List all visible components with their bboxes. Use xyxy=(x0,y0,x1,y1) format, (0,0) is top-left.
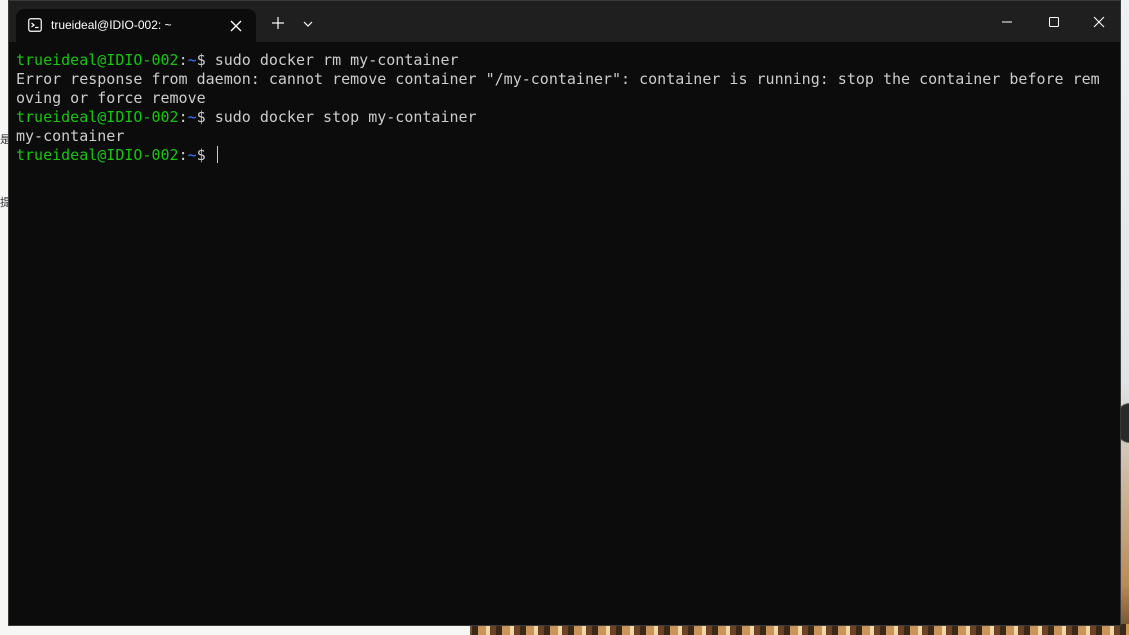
prompt-symbol: $ xyxy=(196,146,215,164)
prompt-separator: : xyxy=(178,146,188,164)
tab-terminal[interactable]: trueideal@IDIO-002: ~ xyxy=(16,9,256,42)
prompt-user-host: trueideal@IDIO-002 xyxy=(16,108,179,126)
terminal-line: trueideal@IDIO-002:~$ sudo docker stop m… xyxy=(16,108,1120,127)
close-tab-icon[interactable] xyxy=(228,18,244,34)
terminal-line: oving or force remove xyxy=(16,89,1120,108)
prompt-user-host: trueideal@IDIO-002 xyxy=(16,51,179,69)
output-text: oving or force remove xyxy=(16,89,206,107)
text-cursor xyxy=(216,146,218,163)
prompt-path: ~ xyxy=(187,146,197,164)
prompt-path: ~ xyxy=(187,51,197,69)
prompt-path: ~ xyxy=(187,108,197,126)
desktop: 是 提 trueideal@IDIO-002: ~ trueideal@IDIO… xyxy=(0,0,1129,635)
tab-title: trueideal@IDIO-002: ~ xyxy=(51,18,172,32)
prompt-separator: : xyxy=(178,108,188,126)
command-text: sudo docker rm my-container xyxy=(214,51,459,69)
command-text: sudo docker stop my-container xyxy=(214,108,477,126)
terminal-output[interactable]: trueideal@IDIO-002:~$ sudo docker rm my-… xyxy=(9,42,1120,625)
prompt-symbol: $ xyxy=(196,51,215,69)
maximize-icon[interactable] xyxy=(1043,11,1065,33)
terminal-line: my-container xyxy=(16,127,1120,146)
terminal-line: Error response from daemon: cannot remov… xyxy=(16,70,1120,89)
terminal-icon xyxy=(28,18,42,32)
new-tab-icon[interactable] xyxy=(270,15,286,31)
terminal-line: trueideal@IDIO-002:~$ xyxy=(16,146,1120,165)
terminal-window: trueideal@IDIO-002: ~ trueideal@IDIO-002… xyxy=(8,0,1121,626)
output-text: Error response from daemon: cannot remov… xyxy=(16,70,1100,88)
close-icon[interactable] xyxy=(1088,11,1110,33)
output-text: my-container xyxy=(16,127,125,145)
prompt-user-host: trueideal@IDIO-002 xyxy=(16,146,179,164)
title-bar[interactable]: trueideal@IDIO-002: ~ xyxy=(9,1,1120,42)
minimize-icon[interactable] xyxy=(996,11,1018,33)
prompt-symbol: $ xyxy=(196,108,215,126)
chevron-down-icon[interactable] xyxy=(301,17,315,31)
prompt-separator: : xyxy=(178,51,188,69)
terminal-line: trueideal@IDIO-002:~$ sudo docker rm my-… xyxy=(16,51,1120,70)
